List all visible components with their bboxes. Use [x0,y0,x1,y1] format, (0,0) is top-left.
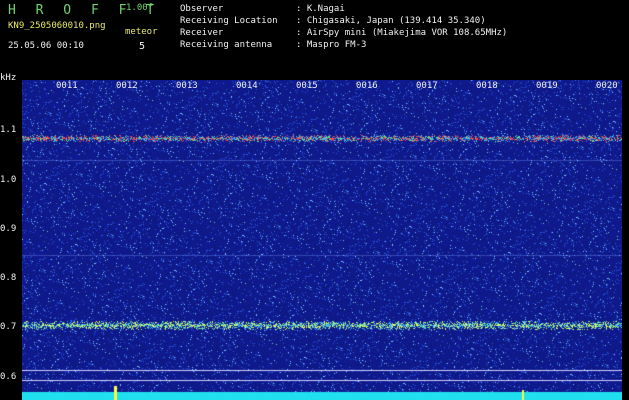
observer-label: Observer [180,4,224,14]
spectrogram-plot [22,80,622,400]
version-label: 1.00f [126,3,154,13]
meteor-count: 5 [139,41,146,52]
x-tick-label: 0018 [476,81,498,91]
antenna-label: Receiving antenna [180,40,273,50]
x-tick-label: 0014 [236,81,258,91]
x-tick-label: 0016 [356,81,378,91]
timestamp-label: 25.05.06 00:10 [8,41,84,51]
x-tick-label: 0015 [296,81,318,91]
y-tick-label: 1.1 [0,125,17,135]
y-tick-label: 1.0 [0,175,17,185]
x-tick-label: 0013 [176,81,198,91]
y-tick-label: 0.8 [0,273,17,283]
y-tick-label: 0.7 [0,322,17,332]
location-label: Receiving Location [180,16,278,26]
y-axis-unit: kHz [0,73,17,83]
x-tick-label: 0012 [116,81,138,91]
filename-label: KN9_2505060010.png [8,21,106,31]
y-tick-label: 0.9 [0,224,17,234]
spectrogram-canvas [22,80,622,400]
location-value: : Chigasaki, Japan (139.414 35.340) [296,16,486,26]
antenna-value: : Maspro FM-3 [296,40,367,50]
meteor-label: meteor [125,27,158,37]
observer-value: : K.Nagai [296,4,345,14]
receiver-label: Receiver [180,28,224,38]
receiver-value: : AirSpy mini (Miakejima VOR 108.65MHz) [296,28,508,38]
y-tick-label: 0.6 [0,372,17,382]
x-tick-label: 0017 [416,81,438,91]
x-tick-label: 0011 [56,81,78,91]
x-tick-label: 0019 [536,81,558,91]
x-tick-label: 0020 [596,81,618,91]
header-panel: H R O F F T 1.00f KN9_2505060010.png met… [0,0,629,80]
